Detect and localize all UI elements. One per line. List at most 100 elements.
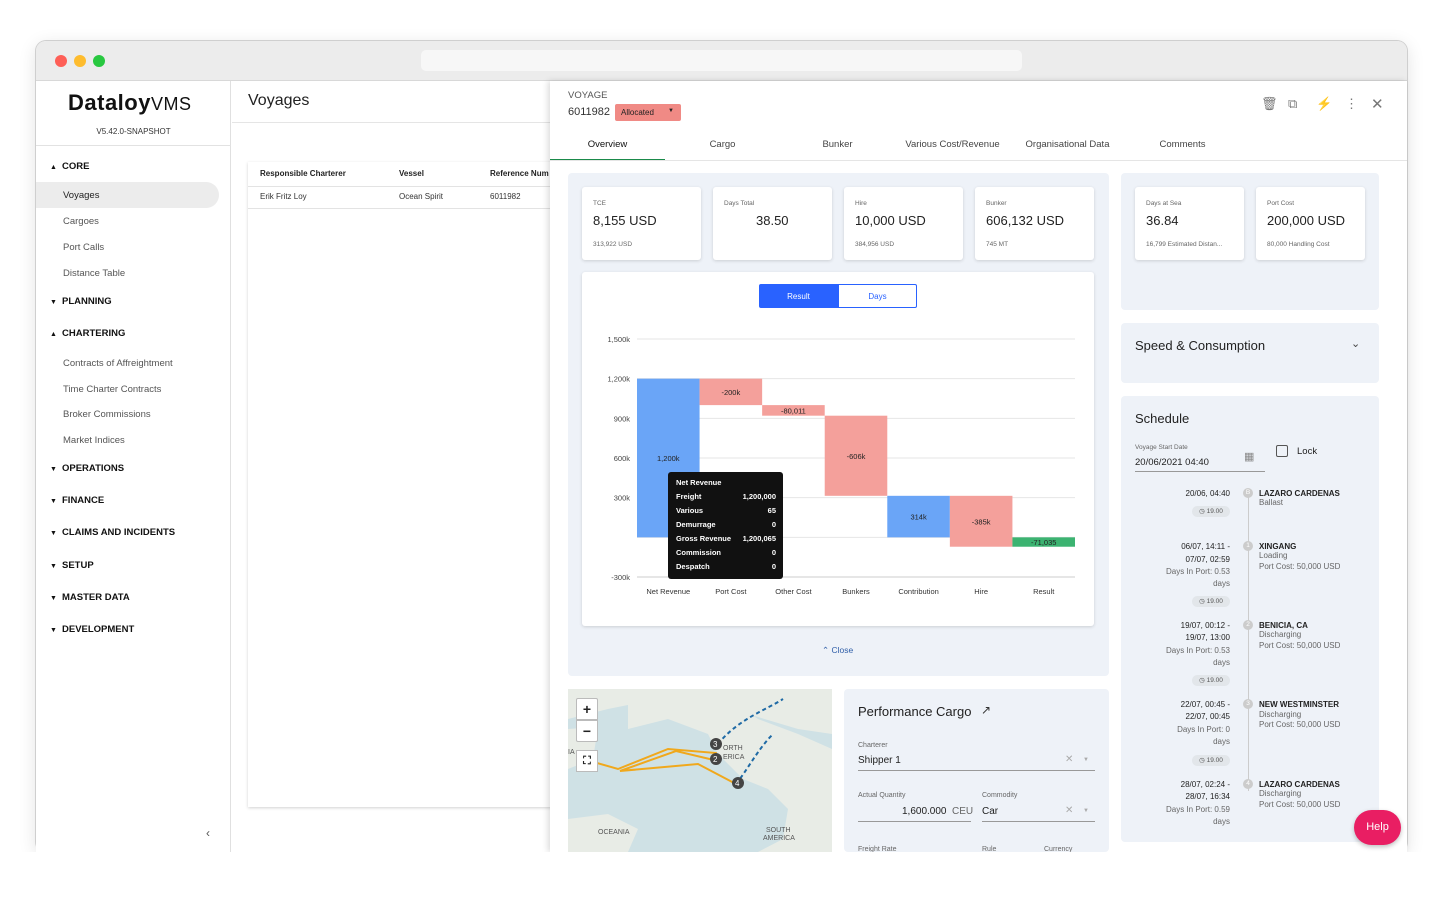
tab-cargo[interactable]: Cargo (665, 139, 780, 150)
cell-vessel[interactable]: Ocean Spirit (399, 192, 443, 201)
kpi-sub: 384,956 USD (855, 241, 895, 248)
delete-icon[interactable]: 🗑 (1261, 96, 1278, 112)
flash-icon[interactable]: ⚡ (1316, 96, 1332, 112)
x-tick-label: Contribution (898, 587, 938, 596)
sidebar-item-cargoes[interactable]: Cargoes (63, 216, 99, 227)
open-external-icon[interactable]: ↗ (981, 703, 991, 717)
tab-organisational-data[interactable]: Organisational Data (1010, 139, 1125, 150)
schedule-cost: Port Cost: 50,000 USD (1259, 800, 1341, 809)
route-map[interactable]: 3 2 4 ORTH ERICA OCEANIA SOUTH AMERICA I… (568, 689, 832, 852)
commodity-field[interactable]: Car (982, 806, 998, 817)
maximize-window-button[interactable] (93, 55, 105, 67)
nav-section-master-data[interactable]: ▼ MASTER DATA (50, 592, 130, 603)
url-bar[interactable] (421, 50, 1022, 71)
more-vert-icon[interactable]: ⋮ (1345, 96, 1358, 112)
tooltip-row: Commission 0 (676, 548, 776, 557)
schedule-date: 19/07, 13:00 (1185, 633, 1230, 642)
table-divider (248, 186, 568, 187)
schedule-cost: Port Cost: 50,000 USD (1259, 641, 1341, 650)
lock-label: Lock (1297, 446, 1318, 457)
commodity-underline (982, 821, 1095, 822)
chevron-down-icon[interactable]: ⌄ (1351, 337, 1360, 350)
schedule-port[interactable]: LAZARO CARDENAS (1259, 489, 1340, 498)
clear-icon[interactable]: ✕ (1065, 805, 1073, 816)
nav-section-development[interactable]: ▼ DEVELOPMENT (50, 624, 134, 635)
cell-charterer[interactable]: Erik Fritz Loy (260, 192, 307, 201)
tab-comments[interactable]: Comments (1125, 139, 1240, 150)
schedule-days-unit: days (1213, 658, 1230, 667)
zoom-in-button[interactable]: + (576, 698, 598, 720)
speed-consumption-box[interactable] (1121, 323, 1379, 383)
caret-down-icon[interactable]: ▼ (1083, 757, 1089, 763)
sidebar-item-tc-contracts[interactable]: Time Charter Contracts (63, 384, 161, 395)
map-label: ERICA (723, 754, 745, 761)
kpi-label: Bunker (986, 200, 1007, 207)
schedule-marker: 4 (1243, 779, 1253, 789)
fullscreen-icon[interactable]: ⛶ (576, 750, 598, 772)
schedule-port[interactable]: NEW WESTMINSTER (1259, 700, 1339, 709)
nav-section-planning[interactable]: ▼ PLANNING (50, 296, 112, 307)
tab-overview[interactable]: Overview (550, 139, 665, 150)
speed-pill[interactable]: ◷ 19.00 (1192, 506, 1230, 517)
kpi-label: Days Total (724, 200, 755, 207)
clear-icon[interactable]: ✕ (1065, 754, 1073, 765)
caret-down-icon: ▼ (50, 627, 57, 634)
schedule-date: 07/07, 02:59 (1185, 555, 1230, 564)
speed-pill[interactable]: ◷ 19.00 (1192, 755, 1230, 766)
nav-section-setup[interactable]: ▼ SETUP (50, 560, 94, 571)
help-button[interactable]: Help (1354, 810, 1401, 845)
speed-pill[interactable]: ◷ 19.00 (1192, 596, 1230, 607)
nav-section-core[interactable]: ▲ CORE (50, 161, 89, 172)
close-icon[interactable]: ✕ (1371, 95, 1384, 113)
calendar-icon[interactable]: ▦ (1244, 450, 1254, 463)
copy-icon[interactable]: ⧉ (1288, 96, 1297, 112)
minimize-window-button[interactable] (74, 55, 86, 67)
kpi-sub: 80,000 Handling Cost (1267, 241, 1330, 248)
tooltip-row: Various 65 (676, 506, 776, 515)
zoom-out-button[interactable]: − (576, 720, 598, 742)
close-chart-link[interactable]: ⌃ Close (822, 645, 853, 656)
schedule-port[interactable]: LAZARO CARDENAS (1259, 780, 1340, 789)
schedule-port[interactable]: XINGANG (1259, 542, 1296, 551)
app-version: V5.42.0-SNAPSHOT (96, 127, 171, 136)
schedule-port[interactable]: BENICIA, CA (1259, 621, 1308, 630)
sidebar-item-coa[interactable]: Contracts of Affreightment (63, 358, 173, 369)
toggle-result[interactable]: Result (759, 284, 838, 308)
close-window-button[interactable] (55, 55, 67, 67)
tab-various-cost[interactable]: Various Cost/Revenue (895, 139, 1010, 150)
status-badge[interactable]: Allocated ▼ (615, 104, 681, 121)
nav-section-chartering[interactable]: ▲ CHARTERING (50, 328, 125, 339)
nav-section-finance[interactable]: ▼ FINANCE (50, 495, 104, 506)
sidebar-item-market-indices[interactable]: Market Indices (63, 435, 125, 446)
map-marker-label: 2 (713, 755, 718, 764)
column-header-reference[interactable]: Reference Num (490, 169, 550, 178)
column-header-charterer[interactable]: Responsible Charterer (260, 169, 346, 178)
commodity-label: Commodity (982, 792, 1018, 799)
quantity-unit: CEU (952, 806, 974, 817)
sidebar-item-voyages[interactable]: Voyages (63, 190, 99, 201)
nav-section-operations[interactable]: ▼ OPERATIONS (50, 463, 124, 474)
charterer-field[interactable]: Shipper 1 (858, 755, 901, 766)
schedule-date: 20/06, 04:40 (1185, 489, 1230, 498)
caret-down-icon: ▼ (50, 299, 57, 306)
chevron-left-icon[interactable]: ‹ (206, 826, 210, 840)
tab-bunker[interactable]: Bunker (780, 139, 895, 150)
schedule-days-unit: days (1213, 817, 1230, 826)
sidebar-item-port-calls[interactable]: Port Calls (63, 242, 104, 253)
speed-pill[interactable]: ◷ 19.00 (1192, 675, 1230, 686)
quantity-field[interactable]: 1,600.000 (902, 806, 947, 817)
map-label: SOUTH (766, 827, 791, 834)
x-tick-label: Hire (974, 587, 988, 596)
lock-checkbox[interactable] (1276, 445, 1288, 457)
start-date-input[interactable]: 20/06/2021 04:40 (1135, 457, 1209, 468)
kpi-sub: 313,922 USD (593, 241, 633, 248)
caret-down-icon[interactable]: ▼ (1083, 808, 1089, 814)
nav-section-claims[interactable]: ▼ CLAIMS AND INCIDENTS (50, 527, 175, 538)
sidebar-divider (36, 145, 231, 146)
sidebar-item-broker-commissions[interactable]: Broker Commissions (63, 409, 151, 420)
cell-reference[interactable]: 6011982 (490, 192, 521, 201)
title-divider (232, 122, 562, 123)
sidebar-item-distance-table[interactable]: Distance Table (63, 268, 125, 279)
toggle-days[interactable]: Days (838, 284, 917, 308)
column-header-vessel[interactable]: Vessel (399, 169, 424, 178)
